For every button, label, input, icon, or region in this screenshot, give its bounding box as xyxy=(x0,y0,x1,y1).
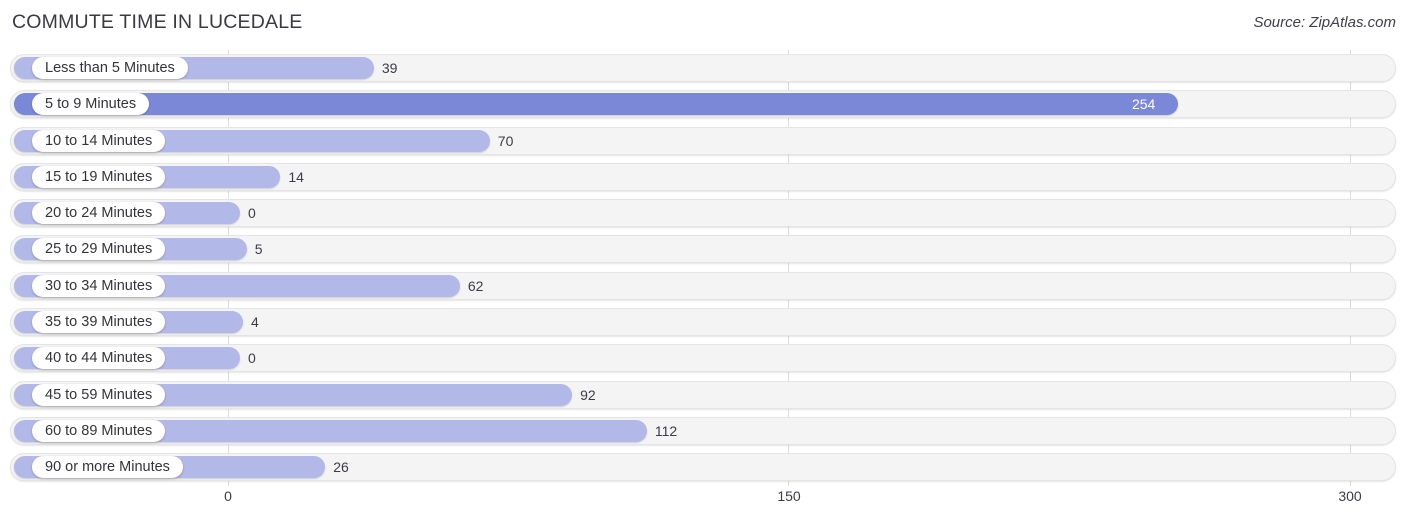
bar-category-label: 10 to 14 Minutes xyxy=(32,129,166,152)
bar-value-label: 70 xyxy=(497,132,514,149)
table-row[interactable]: 40 to 44 Minutes 0 xyxy=(10,344,1396,373)
x-axis-tick: 0 xyxy=(224,488,232,504)
table-row[interactable]: 90 or more Minutes 26 xyxy=(10,453,1396,482)
table-row[interactable]: 35 to 39 Minutes 4 xyxy=(10,307,1396,336)
table-row[interactable]: 10 to 14 Minutes 70 xyxy=(10,126,1396,155)
bar-category-label: Less than 5 Minutes xyxy=(32,57,188,79)
bar-category-label: 30 to 34 Minutes xyxy=(32,274,166,297)
bar-value-label: 4 xyxy=(250,313,259,330)
chart-header: COMMUTE TIME IN LUCEDALE Source: ZipAtla… xyxy=(0,0,1406,46)
bar-category-label: 20 to 24 Minutes xyxy=(32,202,166,225)
table-row[interactable]: 20 to 24 Minutes 0 xyxy=(10,199,1396,228)
bar-category-label: 90 or more Minutes xyxy=(32,456,183,479)
bar-value-label: 112 xyxy=(654,422,678,439)
table-row[interactable]: Less than 5 Minutes 39 xyxy=(10,54,1396,82)
bar-category-label: 40 to 44 Minutes xyxy=(32,347,166,370)
x-axis: 0 150 300 xyxy=(0,488,1406,514)
bar-value-label: 14 xyxy=(288,168,304,185)
bar-value-label: 5 xyxy=(254,241,263,258)
table-row[interactable]: 25 to 29 Minutes 5 xyxy=(10,235,1396,264)
bar-category-label: 15 to 19 Minutes xyxy=(32,165,166,188)
bar-category-label: 25 to 29 Minutes xyxy=(32,238,166,261)
table-row[interactable]: 15 to 19 Minutes 14 xyxy=(10,162,1396,191)
bar[interactable] xyxy=(14,93,1178,116)
bar-value-label: 0 xyxy=(248,350,256,367)
bar-category-label: 5 to 9 Minutes xyxy=(32,93,150,116)
chart-plot-area: Less than 5 Minutes 39 5 to 9 Minutes 254 10… xyxy=(0,50,1406,486)
table-row[interactable]: 30 to 34 Minutes 62 xyxy=(10,271,1396,300)
bar-value-label: 62 xyxy=(467,277,484,294)
x-axis-tick: 150 xyxy=(777,488,801,504)
table-row[interactable]: 60 to 89 Minutes 112 xyxy=(10,416,1396,445)
bar-category-label: 60 to 89 Minutes xyxy=(32,419,166,442)
bar-category-label: 35 to 39 Minutes xyxy=(32,310,166,333)
bar-category-label: 45 to 59 Minutes xyxy=(32,383,166,406)
bar-value-label: 39 xyxy=(381,60,398,76)
bar-value-label: 26 xyxy=(333,459,349,476)
bar-value-label: 254 xyxy=(1131,96,1156,113)
x-axis-tick: 300 xyxy=(1338,488,1362,504)
source-attribution: Source: ZipAtlas.com xyxy=(1253,14,1396,31)
bar-value-label: 0 xyxy=(248,205,256,222)
table-row[interactable]: 45 to 59 Minutes 92 xyxy=(10,380,1396,409)
page-title: COMMUTE TIME IN LUCEDALE xyxy=(12,11,303,33)
bar-value-label: 92 xyxy=(580,386,596,403)
table-row[interactable]: 5 to 9 Minutes 254 xyxy=(10,90,1396,119)
